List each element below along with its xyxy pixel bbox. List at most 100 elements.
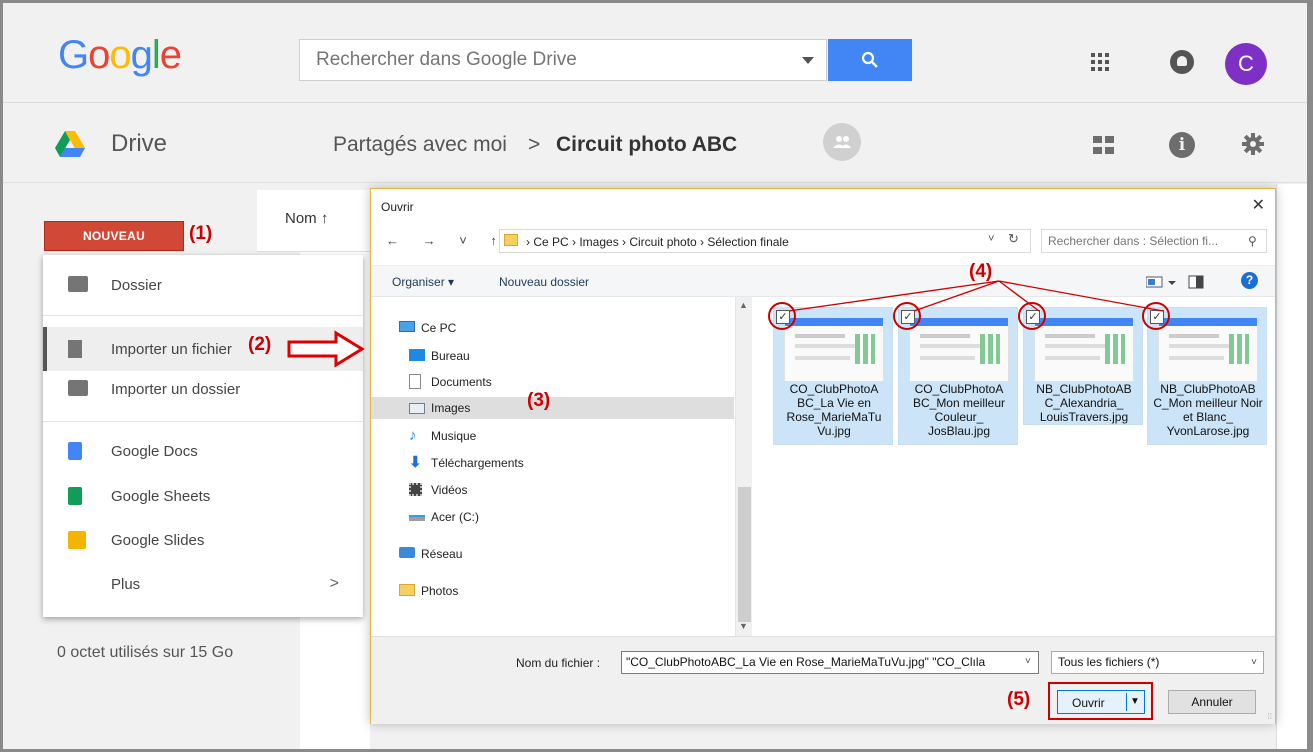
menu-item-more[interactable]: Plus >: [43, 562, 363, 606]
download-icon: ⬇: [409, 454, 422, 471]
breadcrumb-separator: >: [528, 133, 541, 156]
navigation-tree: Ce PC Bureau Documents Images ♪ Musique …: [371, 297, 734, 636]
drive-header: Drive Partagés avec moi > Circuit photo …: [3, 103, 1307, 183]
sort-header[interactable]: Nom ↑: [257, 190, 370, 252]
new-menu: Dossier Importer un fichier Importer un …: [43, 255, 363, 617]
filename-input[interactable]: "CO_ClubPhotoABC_La Vie en Rose_MarieMaT…: [621, 651, 1039, 674]
open-button-label: Ouvrir: [1072, 696, 1105, 710]
resize-grip-icon[interactable]: ⁞⁞: [1268, 712, 1272, 721]
split-divider: [1126, 693, 1127, 711]
scroll-down-icon[interactable]: ▼: [739, 621, 748, 631]
video-icon: [409, 483, 422, 496]
tree-item-photos[interactable]: Photos: [399, 580, 729, 602]
menu-item-sheets[interactable]: Google Sheets: [43, 474, 363, 518]
right-panel: [1276, 184, 1307, 749]
network-icon: [399, 547, 415, 558]
scrollbar-thumb[interactable]: [738, 487, 751, 622]
desktop-icon: [409, 349, 425, 361]
breadcrumb-shared[interactable]: Partagés avec moi: [333, 133, 507, 157]
open-options-icon[interactable]: ▼: [1130, 696, 1140, 707]
menu-item-label: Plus: [111, 575, 141, 593]
search-options-icon[interactable]: [802, 57, 814, 64]
menu-divider: [43, 315, 363, 316]
logo-letter: l: [151, 33, 161, 77]
google-logo[interactable]: Google: [58, 33, 182, 78]
tree-item-documents[interactable]: Documents: [409, 371, 729, 393]
gear-icon[interactable]: [1241, 132, 1265, 156]
notifications-icon[interactable]: [1170, 50, 1194, 74]
tree-item-label: Bureau: [431, 349, 470, 363]
drive-search-input[interactable]: [300, 40, 780, 80]
search-button[interactable]: [828, 39, 912, 81]
folder-upload-icon: [68, 380, 88, 396]
tree-item-downloads[interactable]: ⬇ Téléchargements: [409, 452, 729, 474]
docs-icon: [68, 442, 82, 460]
menu-item-label: Importer un dossier: [111, 380, 241, 398]
search-icon: [861, 51, 878, 68]
apps-grid-icon[interactable]: [1091, 53, 1109, 71]
menu-item-slides[interactable]: Google Slides: [43, 518, 363, 562]
tree-item-label: Réseau: [421, 547, 463, 561]
annotation-3: (3): [527, 390, 551, 411]
menu-divider: [43, 421, 363, 422]
logo-letter: o: [109, 33, 131, 77]
tree-item-desktop[interactable]: Bureau: [409, 345, 729, 367]
filename-dropdown-icon[interactable]: ˅: [1025, 656, 1031, 667]
filetype-select[interactable]: Tous les fichiers (*) ˅: [1051, 651, 1264, 674]
storage-usage: 0 octet utilisés sur 15 Go: [57, 644, 234, 661]
file-name: CO_ClubPhotoA BC_Mon meilleur Couleur_ J…: [912, 382, 1006, 438]
new-button[interactable]: NOUVEAU: [44, 221, 184, 251]
tree-item-label: Vidéos: [431, 483, 468, 497]
tree-item-network[interactable]: Réseau: [399, 543, 729, 565]
documents-icon: [409, 374, 421, 389]
google-topbar: Google C: [3, 3, 1307, 103]
info-icon[interactable]: i: [1169, 132, 1195, 158]
tree-item-label: Documents: [431, 375, 492, 389]
music-icon: ♪: [409, 427, 417, 444]
sort-header-label: Nom ↑: [285, 210, 329, 227]
tree-item-music[interactable]: ♪ Musique: [409, 425, 729, 447]
tree-item-drive-c[interactable]: Acer (C:): [409, 506, 729, 528]
menu-item-label: Google Docs: [111, 442, 198, 460]
drive-title[interactable]: Drive: [111, 130, 167, 158]
images-icon: [409, 403, 425, 414]
open-button[interactable]: Ouvrir ▼: [1057, 690, 1145, 714]
folder-plus-icon: [68, 276, 88, 292]
menu-item-upload-folder[interactable]: Importer un dossier: [43, 367, 363, 411]
tree-scrollbar[interactable]: ▲ ▼: [735, 297, 752, 636]
file-name: CO_ClubPhotoA BC_La Vie en Rose_MarieMaT…: [786, 382, 882, 438]
chevron-right-icon: >: [329, 575, 339, 592]
drive-icon: [409, 515, 425, 521]
tree-item-label: Téléchargements: [431, 456, 524, 470]
logo-letter: g: [130, 33, 153, 77]
logo-letter: G: [58, 33, 89, 77]
file-name: NB_ClubPhotoAB C_Alexandria_ LouisTraver…: [1036, 382, 1132, 424]
annotation-2: (2): [248, 334, 272, 355]
filename-label: Nom du fichier :: [516, 656, 601, 670]
tree-item-label: Photos: [421, 584, 459, 598]
drive-logo-icon[interactable]: [55, 131, 85, 157]
file-name: NB_ClubPhotoAB C_Mon meilleur Noir et Bl…: [1153, 382, 1263, 438]
avatar[interactable]: C: [1225, 43, 1267, 85]
shared-people-icon[interactable]: [823, 123, 861, 161]
annotation-5: (5): [1007, 689, 1031, 710]
tree-item-label: Acer (C:): [431, 510, 479, 524]
menu-item-label: Google Slides: [111, 531, 205, 549]
menu-item-label: Dossier: [111, 276, 162, 294]
menu-item-folder[interactable]: Dossier: [43, 263, 363, 307]
menu-item-docs[interactable]: Google Docs: [43, 429, 363, 473]
chevron-down-icon: ˅: [1251, 657, 1257, 668]
menu-item-label: Importer un fichier: [111, 340, 232, 358]
annotation-1: (1): [189, 223, 213, 244]
tree-item-videos[interactable]: Vidéos: [409, 479, 729, 501]
drive-search-box: [299, 39, 827, 81]
file-grid: ✓ CO_ClubPhotoA BC_La Vie en Rose_MarieM…: [753, 297, 1275, 636]
menu-item-label: Google Sheets: [111, 487, 211, 505]
open-file-dialog: Ouvrir ✕ ← → ˅ ↑ › Ce PC › Images › Circ…: [370, 188, 1276, 724]
slides-icon: [68, 531, 86, 549]
tree-item-images[interactable]: Images: [371, 397, 734, 419]
annotation-lines: [788, 280, 1164, 312]
breadcrumb-current-folder[interactable]: Circuit photo ABC: [556, 133, 737, 157]
cancel-button[interactable]: Annuler: [1168, 690, 1256, 714]
grid-view-icon[interactable]: [1093, 136, 1115, 154]
